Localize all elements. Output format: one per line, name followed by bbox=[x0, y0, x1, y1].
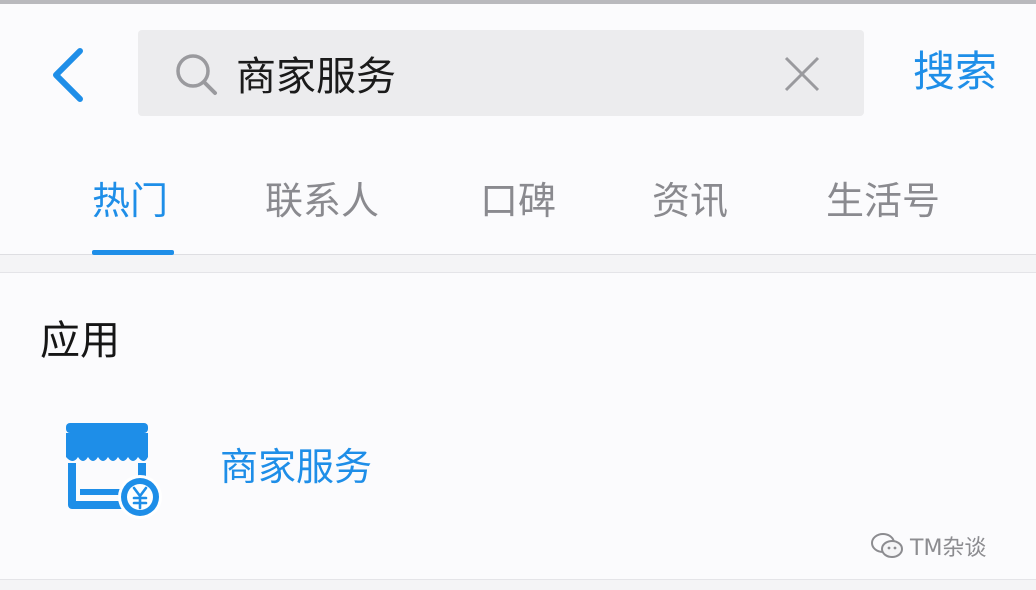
tab-life-account[interactable]: 生活号 bbox=[826, 176, 940, 226]
search-input[interactable] bbox=[236, 44, 756, 102]
search-button[interactable]: 搜索 bbox=[900, 42, 1010, 102]
app-result-item[interactable]: 商家服务 bbox=[0, 413, 1036, 533]
active-tab-indicator bbox=[92, 250, 174, 255]
tab-koubei[interactable]: 口碑 bbox=[480, 176, 556, 226]
clear-icon[interactable] bbox=[782, 54, 822, 94]
back-button[interactable] bbox=[38, 40, 98, 110]
search-box[interactable] bbox=[138, 30, 864, 116]
app-name: 商家服务 bbox=[220, 445, 373, 489]
chevron-left-icon bbox=[53, 48, 83, 102]
tab-contacts[interactable]: 联系人 bbox=[265, 176, 379, 226]
wechat-icon bbox=[871, 533, 903, 558]
search-header: 搜索 bbox=[0, 4, 1036, 140]
watermark-text: TM杂谈 bbox=[910, 536, 987, 561]
watermark: TM杂谈 bbox=[870, 528, 986, 564]
storefront-yen-icon bbox=[66, 423, 162, 519]
section-title: 应用 bbox=[40, 318, 120, 364]
tab-bar: 热门 联系人 口碑 资讯 生活号 bbox=[0, 140, 1036, 255]
search-icon bbox=[176, 54, 217, 95]
tab-hot[interactable]: 热门 bbox=[92, 176, 168, 226]
tab-news[interactable]: 资讯 bbox=[652, 176, 728, 226]
